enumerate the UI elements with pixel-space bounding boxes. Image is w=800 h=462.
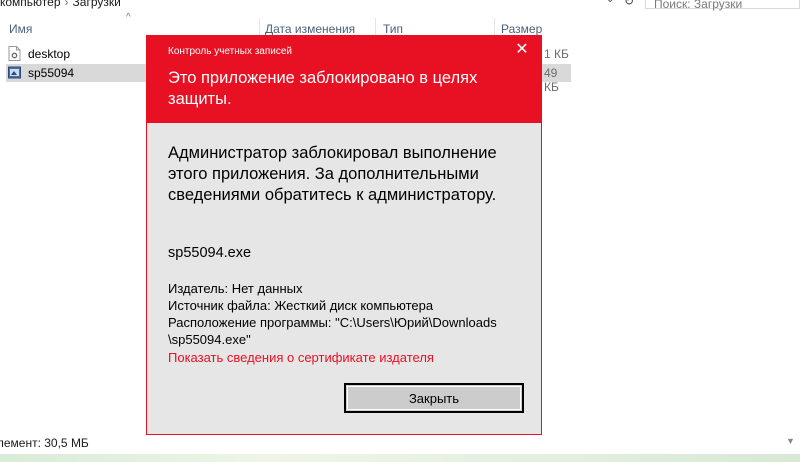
file-size: 1 КБ <box>544 47 569 61</box>
taskbar <box>0 454 800 462</box>
breadcrumb-separator-icon: › <box>64 0 69 9</box>
file-source-label: Источник файла: Жесткий диск компьютера <box>168 298 434 313</box>
sort-ascending-icon: ^ <box>126 12 131 23</box>
chevron-down-icon[interactable]: ⌄ <box>606 0 616 5</box>
file-name: desktop <box>28 47 71 61</box>
blocked-message: Администратор заблокировал выполнение эт… <box>168 144 497 204</box>
breadcrumb-item-downloads[interactable]: Загрузки <box>73 0 121 9</box>
search-box[interactable] <box>645 0 800 11</box>
column-header-type[interactable]: Тип <box>383 22 403 36</box>
uac-dialog: Контроль учетных записей ✕ Это приложени… <box>146 35 542 435</box>
installer-app-icon <box>8 66 21 79</box>
scroll-down-icon[interactable]: ▼ <box>786 436 795 446</box>
breadcrumb-item-computer[interactable]: компьютер <box>0 0 61 9</box>
publisher-label: Издатель: Нет данных <box>168 281 303 296</box>
refresh-icon[interactable]: ↻ <box>624 0 634 8</box>
column-header-name[interactable]: Имя <box>9 22 32 36</box>
uac-header: Контроль учетных записей ✕ Это приложени… <box>147 36 541 123</box>
column-header-date[interactable]: Дата изменения <box>265 22 355 36</box>
file-name: sp55094 <box>28 66 75 80</box>
status-bar: элемент: 30,5 МБ <box>0 436 98 450</box>
dialog-caption: Контроль учетных записей <box>168 46 293 57</box>
settings-file-icon <box>8 46 21 61</box>
breadcrumb[interactable]: компьютер › Загрузки <box>0 0 121 9</box>
program-details: Издатель: Нет данных Источник файла: Жес… <box>168 280 528 348</box>
dialog-title: Это приложение заблокировано в целях защ… <box>168 69 478 108</box>
program-file-name: sp55094.exe <box>168 245 252 261</box>
status-text: элемент: 30,5 МБ <box>0 436 89 450</box>
file-size: 49 КБ <box>544 66 559 94</box>
program-location-label-cont: \sp55094.exe" <box>168 332 251 347</box>
column-header-size[interactable]: Размер <box>501 22 542 36</box>
search-input[interactable] <box>646 0 800 11</box>
program-location-label: Расположение программы: "C:\Users\Юрий\D… <box>168 315 497 330</box>
close-button[interactable]: Закрыть <box>344 383 524 413</box>
certificate-details-link[interactable]: Показать сведения о сертификате издателя <box>168 350 434 365</box>
close-icon[interactable]: ✕ <box>513 41 531 59</box>
